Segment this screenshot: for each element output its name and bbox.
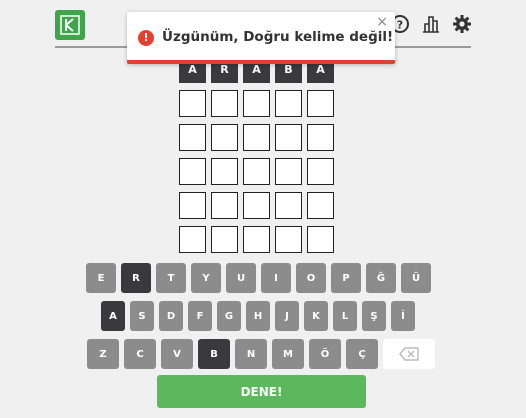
settings-icon[interactable]	[452, 14, 472, 34]
key-t[interactable]: T	[156, 263, 186, 293]
close-icon[interactable]: ×	[376, 14, 388, 30]
board-tile	[307, 226, 334, 253]
board-tile	[243, 90, 270, 117]
key-j[interactable]: J	[275, 301, 299, 331]
key-e[interactable]: E	[86, 263, 116, 293]
key-l[interactable]: L	[333, 301, 357, 331]
key-p[interactable]: P	[331, 263, 361, 293]
board-tile	[243, 124, 270, 151]
board-tile	[275, 226, 302, 253]
logo[interactable]	[55, 10, 85, 40]
board-tile	[275, 90, 302, 117]
keyboard-row-3: ZCVBNMÖÇ	[87, 339, 440, 369]
error-toast: ! Üzgünüm, Doğru kelime değil! ×	[127, 12, 395, 64]
board-tile	[179, 90, 206, 117]
key-n[interactable]: N	[235, 339, 267, 369]
board-tile	[275, 192, 302, 219]
board-row	[179, 158, 339, 187]
backspace-icon	[399, 347, 419, 361]
key-m[interactable]: M	[272, 339, 304, 369]
board-row	[179, 226, 339, 255]
board-tile	[307, 124, 334, 151]
key-g[interactable]: G	[217, 301, 241, 331]
board-tile	[307, 90, 334, 117]
board-tile	[307, 192, 334, 219]
key-h[interactable]: H	[246, 301, 270, 331]
key-r[interactable]: R	[121, 263, 151, 293]
key-u[interactable]: U	[226, 263, 256, 293]
key-y[interactable]: Y	[191, 263, 221, 293]
board-tile	[243, 226, 270, 253]
key-ü[interactable]: Ü	[401, 263, 431, 293]
key-i̇[interactable]: İ	[391, 301, 415, 331]
board-tile	[211, 158, 238, 185]
key-a[interactable]: A	[101, 301, 125, 331]
board-tile	[179, 192, 206, 219]
board-tile	[275, 158, 302, 185]
key-ş[interactable]: Ş	[362, 301, 386, 331]
key-f[interactable]: F	[188, 301, 212, 331]
key-ğ[interactable]: Ğ	[366, 263, 396, 293]
board-row	[179, 192, 339, 221]
key-o[interactable]: O	[296, 263, 326, 293]
key-z[interactable]: Z	[87, 339, 119, 369]
keyboard-row-1: ERTYUIOPĞÜ	[86, 263, 436, 293]
board-tile	[179, 158, 206, 185]
board-tile	[275, 124, 302, 151]
key-c[interactable]: C	[124, 339, 156, 369]
key-d[interactable]: D	[159, 301, 183, 331]
board-tile	[243, 192, 270, 219]
key-v[interactable]: V	[161, 339, 193, 369]
key-ç[interactable]: Ç	[346, 339, 378, 369]
board-tile	[211, 192, 238, 219]
backspace-key[interactable]	[383, 339, 435, 369]
board-tile	[179, 124, 206, 151]
enter-button[interactable]: DENE!	[157, 375, 366, 408]
toast-message: Üzgünüm, Doğru kelime değil!	[162, 29, 394, 45]
logo-icon	[60, 15, 80, 35]
error-icon: !	[138, 30, 154, 46]
key-ö[interactable]: Ö	[309, 339, 341, 369]
board-row	[179, 90, 339, 119]
keyboard-row-2: ASDFGHJKLŞİ	[101, 301, 420, 331]
board-tile	[243, 158, 270, 185]
board-tile	[211, 226, 238, 253]
key-b[interactable]: B	[198, 339, 230, 369]
board-tile	[179, 226, 206, 253]
key-s[interactable]: S	[130, 301, 154, 331]
game-board: ARABA	[179, 56, 339, 260]
board-tile	[307, 158, 334, 185]
board-row	[179, 124, 339, 153]
svg-text:?: ?	[397, 19, 403, 32]
key-i[interactable]: I	[261, 263, 291, 293]
board-tile	[211, 124, 238, 151]
stats-icon[interactable]	[421, 14, 441, 34]
board-tile	[211, 90, 238, 117]
key-k[interactable]: K	[304, 301, 328, 331]
